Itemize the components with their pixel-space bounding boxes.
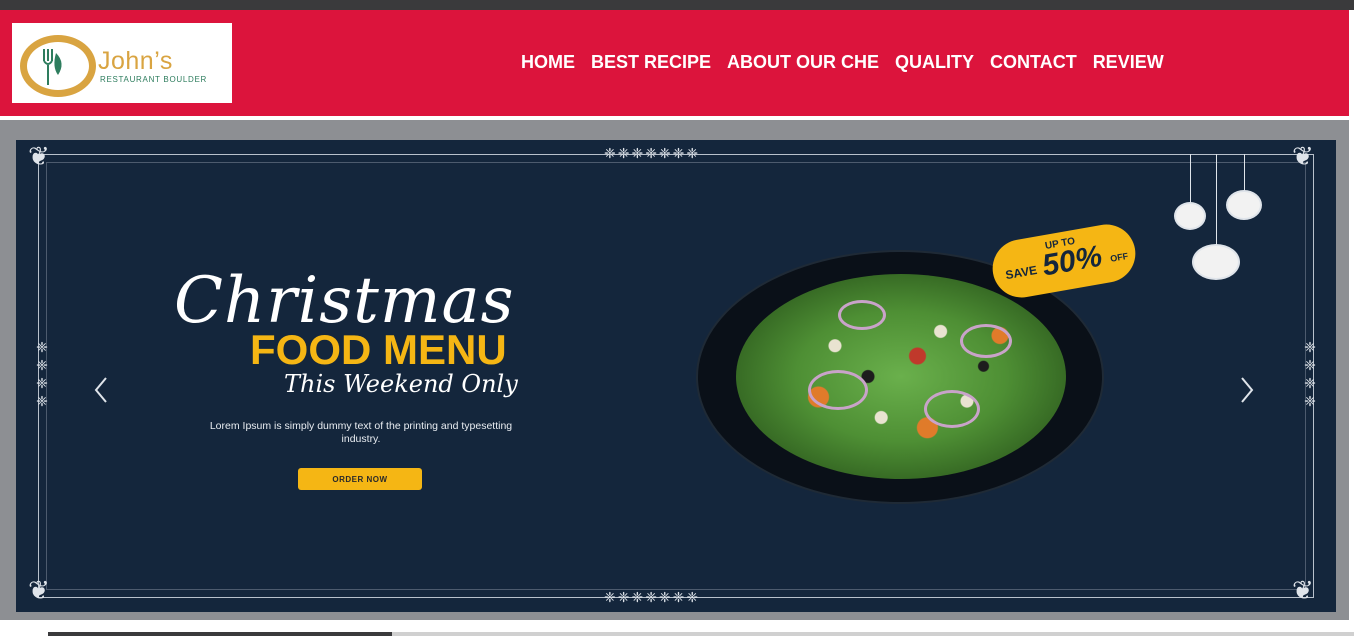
corner-flourish-icon: ❦ (28, 142, 50, 172)
fork-leaf-logo-icon (43, 49, 62, 85)
nav-about-our-chef[interactable]: ABOUT OUR CHE (727, 52, 879, 73)
carousel-slide: ❦ ❦ ❦ ❦ ❈❈❈❈❈❈❈ ❈❈❈❈❈❈❈ ❈❈❈❈ ❈❈❈❈ Christ… (16, 140, 1336, 612)
nav-review[interactable]: REVIEW (1093, 52, 1164, 73)
brand-subtitle: RESTAURANT BOULDER (100, 75, 207, 84)
ornament-string (1244, 154, 1245, 192)
hero-tagline: This Weekend Only (284, 370, 518, 398)
left-flourish-icon: ❈❈❈❈ (34, 340, 50, 412)
ornament-string (1216, 154, 1217, 246)
hero-body-text: Lorem Ipsum is simply dummy text of the … (209, 420, 513, 445)
horizontal-scrollbar-track[interactable] (392, 632, 1354, 636)
ornament-string (1190, 154, 1191, 206)
bottom-flourish-icon: ❈❈❈❈❈❈❈ (604, 590, 701, 606)
christmas-ornament-icon (1192, 244, 1240, 280)
chevron-left-icon[interactable] (92, 372, 110, 408)
nav-quality[interactable]: QUALITY (895, 52, 974, 73)
onion-ring (808, 370, 868, 410)
nav-home[interactable]: HOME (521, 52, 575, 73)
christmas-ornament-icon (1226, 190, 1262, 220)
site-logo[interactable]: John’s RESTAURANT BOULDER (12, 23, 232, 103)
hero-carousel: ❦ ❦ ❦ ❦ ❈❈❈❈❈❈❈ ❈❈❈❈❈❈❈ ❈❈❈❈ ❈❈❈❈ Christ… (0, 120, 1349, 620)
horizontal-scrollbar-thumb[interactable] (48, 632, 392, 636)
onion-ring (960, 324, 1012, 358)
salad-image (736, 274, 1066, 479)
corner-flourish-icon: ❦ (28, 576, 50, 606)
brand-name: John’s (98, 47, 173, 75)
nav-best-recipe[interactable]: BEST RECIPE (591, 52, 711, 73)
hero-headline: FOOD MENU (250, 326, 507, 373)
main-menu: HOME BEST RECIPE ABOUT OUR CHE QUALITY C… (521, 52, 1164, 73)
order-now-button[interactable]: ORDER NOW (298, 468, 422, 490)
badge-save: SAVE (1004, 262, 1039, 283)
site-header: John’s RESTAURANT BOULDER HOME BEST RECI… (0, 10, 1349, 116)
badge-off: OFF (1109, 250, 1129, 264)
top-flourish-icon: ❈❈❈❈❈❈❈ (604, 146, 701, 162)
nav-contact[interactable]: CONTACT (990, 52, 1077, 73)
corner-flourish-icon: ❦ (1292, 576, 1314, 606)
corner-flourish-icon: ❦ (1292, 142, 1314, 172)
browser-top-strip (0, 0, 1354, 10)
right-flourish-icon: ❈❈❈❈ (1302, 340, 1318, 412)
chevron-right-icon[interactable] (1238, 372, 1256, 408)
onion-ring (924, 390, 980, 428)
onion-ring (838, 300, 886, 330)
christmas-ornament-icon (1174, 202, 1206, 230)
